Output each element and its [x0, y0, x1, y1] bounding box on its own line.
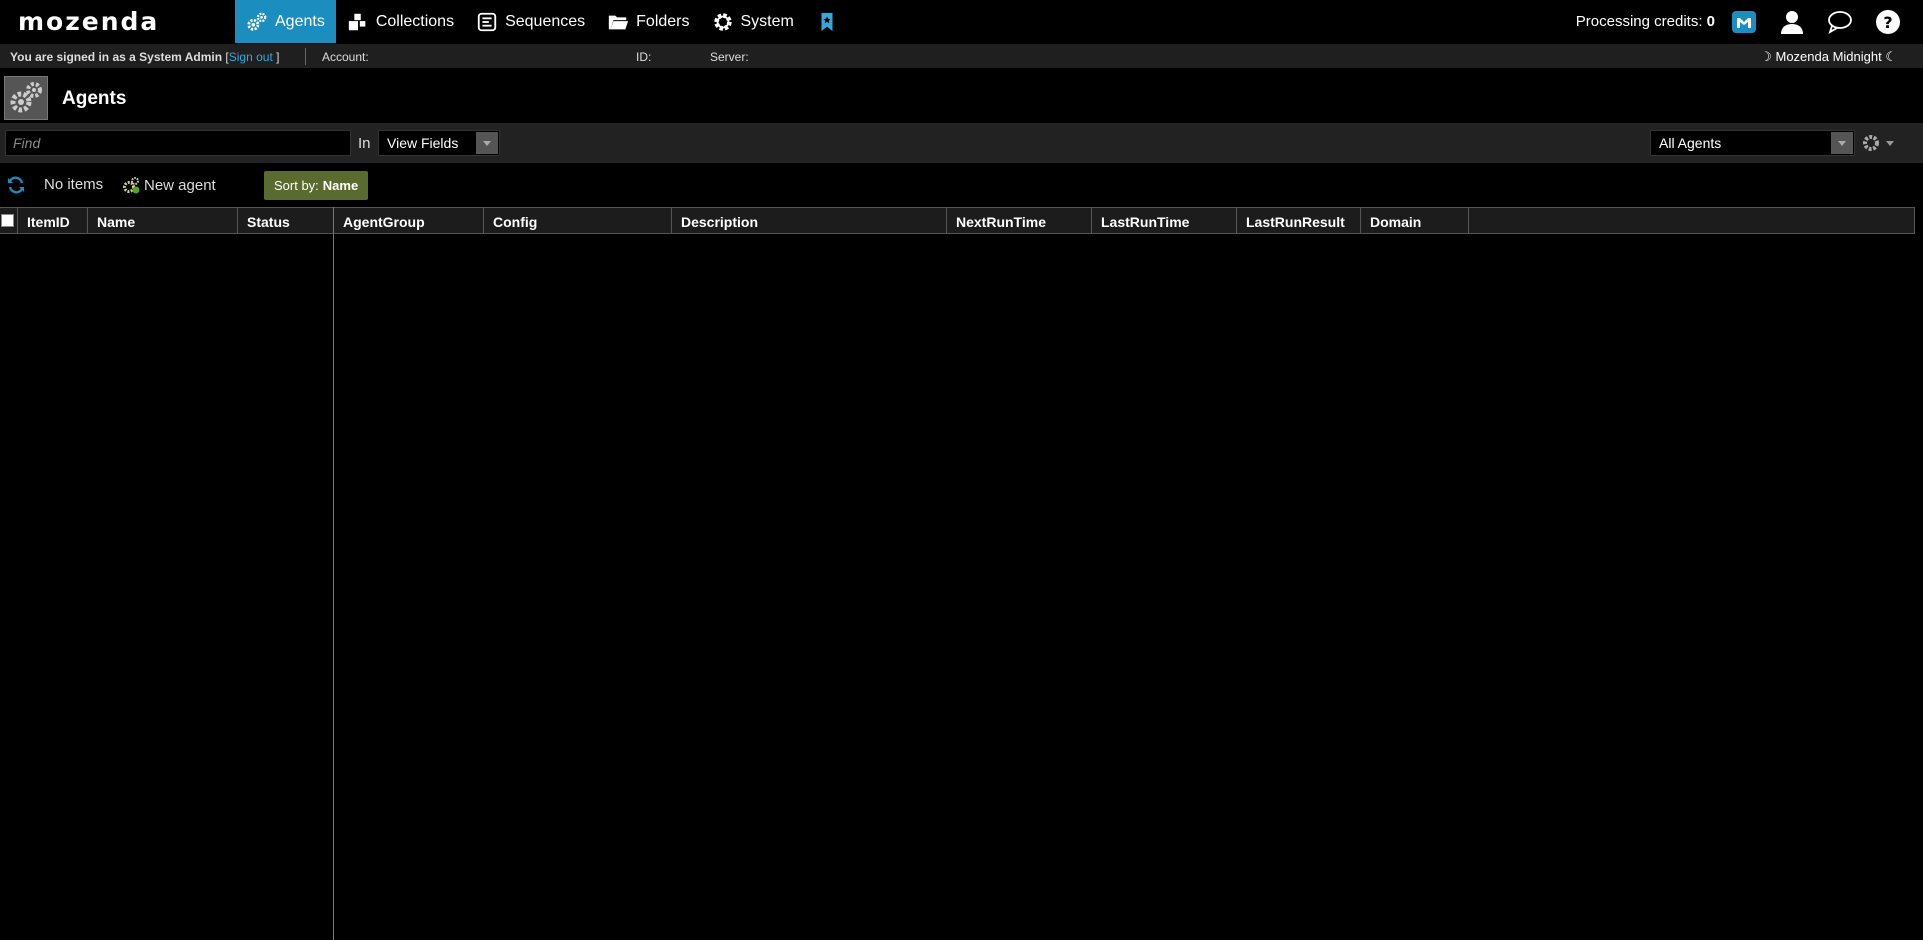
chevron-down-icon[interactable] — [476, 132, 498, 154]
svg-text:?: ? — [1883, 13, 1892, 32]
collections-icon — [347, 11, 369, 33]
in-label: In — [358, 135, 371, 152]
bookmark-icon — [816, 11, 838, 33]
nav-agents[interactable]: Agents — [235, 0, 336, 43]
credits-label: Processing credits: — [1575, 13, 1703, 30]
signed-in-status: You are signed in as a System Admin [Sig… — [10, 50, 279, 64]
agent-scope-value: All Agents — [1659, 135, 1722, 151]
item-count: No items — [44, 176, 104, 193]
sort-value: Name — [322, 178, 359, 193]
header-right: Processing credits: 0 ? — [1576, 0, 1923, 43]
sequences-icon — [476, 11, 498, 33]
user-icon[interactable] — [1779, 9, 1805, 35]
credits-value: 0 — [1706, 13, 1715, 30]
filter-bar: Find In View Fields All Agents — [0, 123, 1923, 163]
nav-folders[interactable]: Folders — [596, 0, 700, 43]
sort-label: Sort by: — [274, 178, 319, 193]
column-header[interactable]: LastRunResult — [1237, 208, 1361, 233]
column-header[interactable]: AgentGroup — [334, 208, 484, 233]
column-header[interactable]: Description — [672, 208, 947, 233]
page-title: Agents — [62, 88, 127, 109]
help-icon[interactable]: ? — [1875, 9, 1901, 35]
frozen-column-divider[interactable] — [333, 207, 334, 940]
chat-icon[interactable] — [1827, 9, 1853, 35]
column-header[interactable]: NextRunTime — [947, 208, 1092, 233]
column-header[interactable]: Status — [238, 208, 334, 233]
nav-system-label: System — [740, 12, 794, 30]
column-header[interactable]: LastRunTime — [1092, 208, 1237, 233]
nav-sequences-label: Sequences — [505, 12, 586, 30]
refresh-icon[interactable] — [6, 175, 26, 195]
sign-out-link[interactable]: Sign out — [229, 50, 273, 64]
list-toolbar: No items New agent Sort by: Name — [0, 168, 1923, 202]
theme-switcher[interactable]: ☽ Mozenda Midnight ☾ — [1760, 49, 1897, 65]
main-nav: Agents Collections Sequences Folders Sys… — [235, 0, 856, 43]
system-gear-icon — [712, 11, 734, 33]
account-info-bar: You are signed in as a System Admin [Sig… — [0, 44, 1923, 68]
nav-agents-label: Agents — [275, 12, 325, 30]
nav-sequences[interactable]: Sequences — [465, 0, 596, 43]
find-input[interactable]: Find — [5, 130, 351, 156]
chevron-down-icon[interactable] — [1831, 132, 1853, 154]
select-all-cell — [0, 208, 18, 233]
nav-collections-label: Collections — [375, 12, 455, 30]
grid-settings-button[interactable] — [1862, 133, 1898, 153]
id-label: ID: — [636, 50, 652, 64]
account-label: Account: — [322, 50, 369, 64]
new-agent-label: New agent — [144, 176, 216, 194]
mozenda-m-icon[interactable] — [1731, 9, 1757, 35]
select-all-checkbox[interactable] — [1, 214, 14, 227]
new-agent-button[interactable]: New agent — [122, 176, 216, 194]
column-header[interactable]: ItemID — [18, 208, 88, 233]
view-fields-select[interactable]: View Fields — [378, 130, 500, 156]
agents-gears-icon — [246, 11, 268, 33]
new-agent-icon — [123, 177, 140, 194]
signed-in-text: You are signed in as a System Admin — [10, 50, 223, 64]
page-header: Agents — [0, 68, 1923, 122]
caret-down-icon — [1886, 140, 1894, 146]
agent-scope-select[interactable]: All Agents — [1650, 130, 1855, 156]
nav-collections[interactable]: Collections — [336, 0, 465, 43]
column-header[interactable]: Domain — [1361, 208, 1469, 233]
mozenda-logo[interactable]: mozenda — [18, 9, 159, 35]
column-header[interactable]: Name — [88, 208, 238, 233]
gear-icon — [1863, 135, 1879, 151]
nav-folders-label: Folders — [636, 12, 690, 30]
server-label: Server: — [710, 50, 749, 64]
view-fields-value: View Fields — [387, 135, 459, 151]
nav-bookmark[interactable] — [805, 0, 856, 43]
folders-icon — [607, 11, 629, 33]
nav-system[interactable]: System — [701, 0, 805, 43]
agents-grid-header: ItemID Name Status AgentGroup Config Des… — [0, 207, 1915, 234]
info-divider — [305, 48, 306, 65]
sign-out-bracket-close: ] — [276, 50, 280, 64]
sort-by-button[interactable]: Sort by: Name — [264, 171, 369, 200]
processing-credits: Processing credits: 0 — [1576, 13, 1715, 30]
column-header[interactable]: Config — [484, 208, 672, 233]
top-navigation: mozenda Agents Collections Sequences Fol… — [0, 0, 1923, 43]
agents-page-icon — [4, 76, 48, 120]
